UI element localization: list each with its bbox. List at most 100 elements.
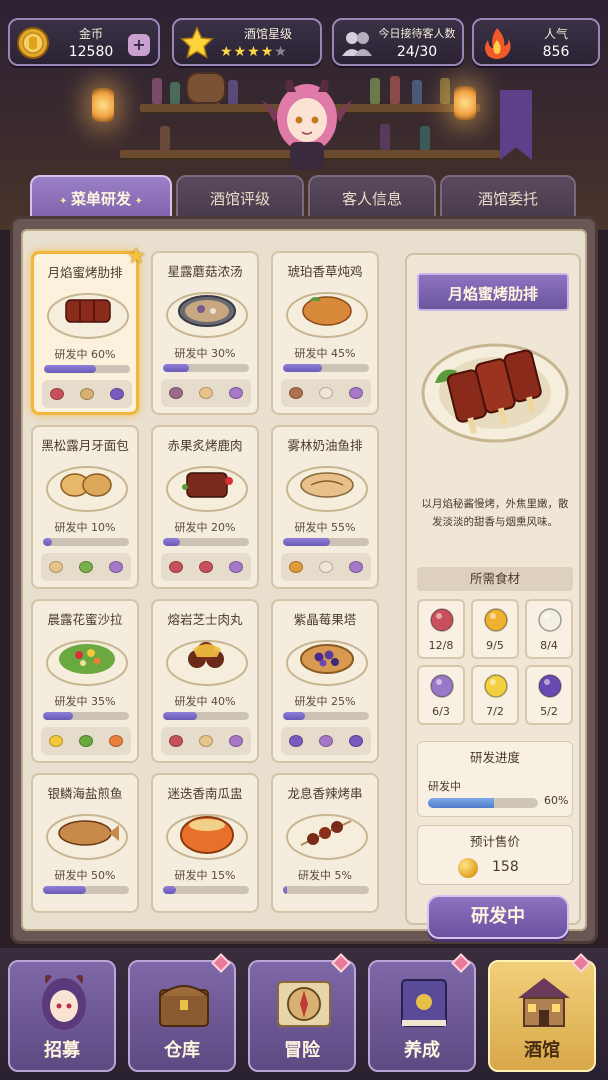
bottle (380, 124, 390, 150)
progress-percent: 60% (544, 794, 569, 807)
recipe-card[interactable]: ★ 月焰蜜烤肋排 研发中 60% (31, 244, 146, 415)
recipe-progress-bar (283, 364, 369, 372)
meat-icon (169, 561, 183, 573)
ingredient-slot[interactable]: 12/8 (417, 599, 465, 659)
nav-label: 养成 (404, 1040, 440, 1061)
recipe-progress-bar (283, 886, 369, 894)
skewer-dish-icon (286, 814, 368, 860)
progress-fill (428, 798, 494, 808)
book-icon (401, 979, 447, 1027)
recipe-status: 研发中 15% (174, 869, 236, 882)
ingredient-slot[interactable]: 5/2 (525, 665, 573, 725)
recipe-progress-fill (43, 886, 86, 894)
recipe-ingredients (161, 379, 251, 407)
chicken-dish-icon (286, 292, 368, 338)
pumpkin-dish-icon (166, 814, 248, 860)
recipe-card[interactable]: 晨露花蜜沙拉 研发中 35% (31, 599, 139, 763)
ingredient-slot[interactable]: 9/5 (471, 599, 519, 659)
recipe-detail-panel: 月焰蜜烤肋排 以月焰秘酱慢烤，外焦里嫩，散发淡淡的甜香与烟熏风味。 所需食材 1… (405, 253, 581, 939)
herb-icon (319, 735, 333, 747)
tab-guest-info[interactable]: 客人信息 (308, 175, 436, 221)
tavern-rating: 酒馆星级 ★★★★★ (172, 18, 322, 66)
recipe-card[interactable]: 紫晶莓果塔 研发中 25% (271, 599, 379, 763)
barrel (186, 72, 226, 104)
herb-icon (109, 561, 123, 573)
recipe-status: 研发中 45% (294, 347, 356, 360)
ingredient-count: 12/8 (428, 639, 454, 652)
bread-dish-icon (46, 466, 128, 512)
recipe-name: 黑松露月牙面包 (41, 438, 129, 453)
recipe-card[interactable]: 琥珀香草炖鸡 研发中 45% (271, 251, 379, 415)
recipe-name: 晨露花蜜沙拉 (47, 612, 123, 627)
recipe-status: 研发中 35% (54, 695, 116, 708)
nav-label: 招募 (44, 1040, 80, 1061)
recipe-status: 研发中 50% (54, 869, 116, 882)
herb-orange-icon (289, 561, 303, 573)
fish-fried-dish-icon (46, 814, 128, 860)
leaf-icon (79, 735, 93, 747)
bottle (160, 126, 170, 150)
herb-icon (229, 735, 243, 747)
recipe-progress-bar (43, 538, 129, 546)
soup-dish-icon (166, 292, 248, 338)
popularity-value: 856 (542, 44, 570, 60)
add-gold-button[interactable]: + (128, 34, 150, 56)
demon-girl-icon (42, 975, 86, 1030)
recipe-progress-bar (283, 538, 369, 546)
bottle (440, 78, 450, 104)
nav-demon-girl[interactable]: 招募 (8, 960, 116, 1072)
star-empty-icon: ★ (274, 44, 288, 60)
recipe-progress-bar (163, 886, 249, 894)
herb-icon (229, 387, 243, 399)
popularity-counter: 人气 856 (472, 18, 600, 66)
recipe-progress-fill (163, 712, 198, 720)
recipe-name: 紫晶莓果塔 (293, 612, 357, 627)
recipe-card[interactable]: 黑松露月牙面包 研发中 10% (31, 425, 139, 589)
tab-label: 菜单研发 (70, 190, 131, 208)
nav-tavern[interactable]: 酒馆 (488, 953, 596, 1072)
recipe-progress-bar (163, 364, 249, 372)
mushroom-icon (289, 387, 303, 399)
panel-content: ★ 月焰蜜烤肋排 研发中 60% 星露蘑菇浓汤 研发中 30% 琥珀香草炖鸡 研发中 45%… (21, 229, 587, 939)
nav-compass-map[interactable]: 冒险 (248, 953, 356, 1072)
recipe-card[interactable]: 赤果炙烤鹿肉 研发中 20% (151, 425, 259, 589)
recipe-card[interactable]: 迷迭香南瓜盅 研发中 15% (151, 773, 259, 913)
meatball-dish-icon (166, 640, 248, 686)
recipe-name: 银鳞海盐煎鱼 (47, 786, 123, 801)
salad-dish-icon (46, 640, 128, 686)
progress-header: 研发进度 (469, 750, 520, 765)
ingredient-slot[interactable]: 7/2 (471, 665, 519, 725)
tab-menu-research[interactable]: ✦ 菜单研发 ✦ (30, 175, 172, 221)
ingredient-slot[interactable]: 8/4 (525, 599, 573, 659)
recipe-card[interactable]: 银鳞海盐煎鱼 研发中 50% (31, 773, 139, 913)
recipe-card[interactable]: 熔岩芝士肉丸 研发中 40% (151, 599, 259, 763)
recipe-progress-fill (283, 538, 331, 546)
gold-label: 金币 (78, 27, 103, 41)
tab-tavern-rating[interactable]: 酒馆评级 (176, 175, 304, 221)
berry-icon (110, 388, 124, 400)
ingredient-count: 7/2 (486, 705, 504, 718)
bottle (170, 82, 180, 104)
recipe-card[interactable]: 星露蘑菇浓汤 研发中 30% (151, 251, 259, 415)
meat-icon (430, 608, 454, 632)
nav-label: 冒险 (284, 1040, 320, 1061)
recipe-ingredients (42, 380, 132, 408)
recipe-card[interactable]: 龙息香辣烤串 研发中 5% (271, 773, 379, 913)
research-button[interactable]: 研发中 (427, 895, 569, 939)
nav-label: 酒馆 (524, 1040, 560, 1061)
sparkle-icon: ✦ (59, 196, 71, 207)
recipe-ingredients (281, 379, 371, 407)
sparkle-icon: ✦ (131, 196, 143, 207)
potato-icon (80, 388, 94, 400)
recipe-progress-bar (43, 712, 129, 720)
gold-coin-icon (458, 858, 478, 878)
berry-icon (289, 735, 303, 747)
tab-tavern-commission[interactable]: 酒馆委托 (440, 175, 576, 221)
nav-book[interactable]: 养成 (368, 953, 476, 1072)
recipe-progress-fill (43, 712, 74, 720)
nav-chest[interactable]: 仓库 (128, 953, 236, 1072)
ingredient-slot[interactable]: 6/3 (417, 665, 465, 725)
herb-icon (229, 561, 243, 573)
lavender-icon (430, 674, 454, 698)
recipe-card[interactable]: 雾林奶油鱼排 研发中 55% (271, 425, 379, 589)
